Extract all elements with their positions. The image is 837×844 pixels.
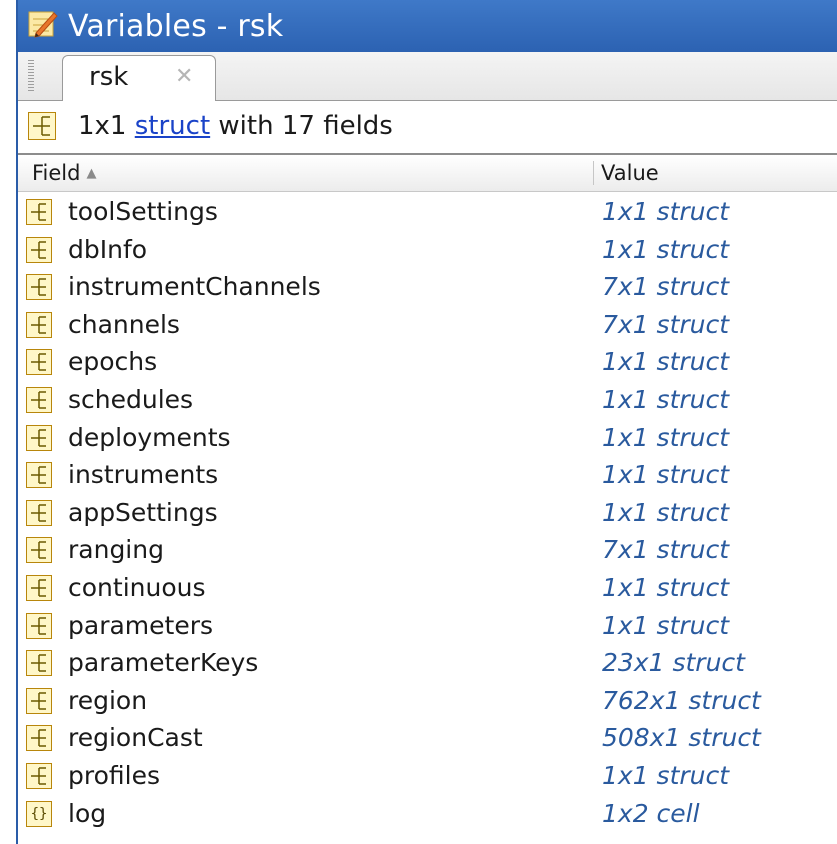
field-name: log (68, 798, 107, 828)
table-row[interactable]: profiles 1x1 struct (18, 759, 837, 797)
struct-icon (26, 687, 52, 718)
table-row[interactable]: epochs 1x1 struct (18, 345, 837, 383)
table-row[interactable]: deployments 1x1 struct (18, 421, 837, 459)
struct-icon (26, 612, 52, 643)
field-name: dbInfo (68, 234, 148, 264)
field-name: parameters (68, 610, 214, 640)
struct-icon (26, 311, 52, 342)
struct-icon (26, 537, 52, 567)
struct-icon (26, 462, 52, 492)
column-divider[interactable] (593, 161, 594, 185)
table-header: Field ▲ Value (18, 155, 837, 192)
table-row[interactable]: schedules 1x1 struct (18, 383, 837, 421)
class-link[interactable]: struct (135, 111, 210, 141)
field-value[interactable]: 1x2 cell (602, 799, 700, 828)
field-value[interactable]: 1x1 struct (602, 573, 729, 602)
table-row[interactable]: instruments 1x1 struct (18, 458, 837, 496)
sort-ascending-icon: ▲ (86, 166, 97, 181)
field-name: continuous (68, 572, 206, 602)
table-row[interactable]: channels 7x1 struct (18, 308, 837, 346)
drag-grip-handle[interactable] (28, 60, 34, 92)
field-value[interactable]: 508x1 struct (602, 723, 761, 752)
table-row[interactable]: region 762x1 struct (18, 684, 837, 722)
tab-rsk[interactable]: rsk ✕ (62, 55, 216, 101)
variable-summary: 1x1 struct with 17 fields (78, 111, 393, 141)
field-name: appSettings (68, 497, 218, 527)
field-name: instruments (68, 460, 219, 490)
field-value[interactable]: 1x1 struct (602, 423, 729, 452)
cell-icon: {} (26, 800, 52, 827)
field-name: deployments (68, 422, 231, 452)
struct-icon (26, 762, 52, 793)
table-row[interactable]: appSettings 1x1 struct (18, 496, 837, 534)
struct-icon (26, 574, 52, 605)
struct-icon (26, 199, 52, 229)
field-value[interactable]: 7x1 struct (602, 535, 729, 564)
field-value[interactable]: 762x1 struct (602, 686, 761, 715)
title-bar[interactable]: Variables - rsk (18, 0, 837, 52)
tab-strip: rsk ✕ (18, 52, 837, 101)
field-value[interactable]: 23x1 struct (602, 648, 745, 677)
fields-table: toolSettings 1x1 struct dbInfo 1x1 struc… (18, 195, 837, 834)
table-row[interactable]: instrumentChannels 7x1 struct (18, 270, 837, 308)
field-name: parameterKeys (68, 648, 259, 678)
field-name: region (68, 685, 148, 715)
variables-editor-icon (28, 9, 58, 43)
field-name: toolSettings (68, 197, 218, 226)
table-row[interactable]: parameters 1x1 struct (18, 609, 837, 647)
variable-info-bar: 1x1 struct with 17 fields (18, 101, 837, 155)
field-value[interactable]: 1x1 struct (602, 347, 729, 376)
fields-count-text: with 17 fields (218, 111, 393, 141)
field-name: instrumentChannels (68, 272, 321, 302)
field-value[interactable]: 1x1 struct (602, 460, 729, 489)
field-name: ranging (68, 535, 164, 565)
column-header-field[interactable]: Field ▲ (32, 161, 96, 185)
struct-icon (26, 499, 52, 530)
field-name: schedules (68, 384, 194, 414)
field-value[interactable]: 1x1 struct (602, 235, 729, 264)
window-title: Variables - rsk (68, 8, 284, 44)
table-row[interactable]: ranging 7x1 struct (18, 533, 837, 571)
field-name: profiles (68, 760, 160, 790)
field-value[interactable]: 1x1 struct (602, 761, 729, 790)
size-text: 1x1 (78, 111, 127, 141)
variables-window: Variables - rsk rsk ✕ 1x1 struct with 17… (16, 0, 837, 844)
table-row[interactable]: parameterKeys 23x1 struct (18, 646, 837, 684)
struct-icon (26, 274, 52, 304)
field-value[interactable]: 7x1 struct (602, 272, 729, 301)
field-value[interactable]: 1x1 struct (602, 611, 729, 640)
struct-icon (28, 112, 56, 144)
close-icon[interactable]: ✕ (175, 64, 193, 89)
struct-icon (26, 386, 52, 417)
table-row[interactable]: toolSettings 1x1 struct (18, 195, 837, 233)
struct-icon (26, 424, 52, 455)
table-row[interactable]: {} log 1x2 cell (18, 797, 837, 835)
field-name: channels (68, 309, 180, 339)
field-name: regionCast (68, 723, 203, 753)
struct-icon (26, 725, 52, 755)
struct-icon (26, 236, 52, 267)
table-row[interactable]: continuous 1x1 struct (18, 571, 837, 609)
table-row[interactable]: regionCast 508x1 struct (18, 721, 837, 759)
struct-icon (26, 650, 52, 680)
field-name: epochs (68, 347, 158, 377)
field-value[interactable]: 1x1 struct (602, 385, 729, 414)
field-value[interactable]: 1x1 struct (602, 197, 729, 226)
field-value[interactable]: 7x1 struct (602, 310, 729, 339)
field-value[interactable]: 1x1 struct (602, 498, 729, 527)
tab-label: rsk (89, 62, 129, 92)
table-row[interactable]: dbInfo 1x1 struct (18, 233, 837, 271)
column-header-value[interactable]: Value (601, 161, 659, 185)
struct-icon (26, 349, 52, 379)
